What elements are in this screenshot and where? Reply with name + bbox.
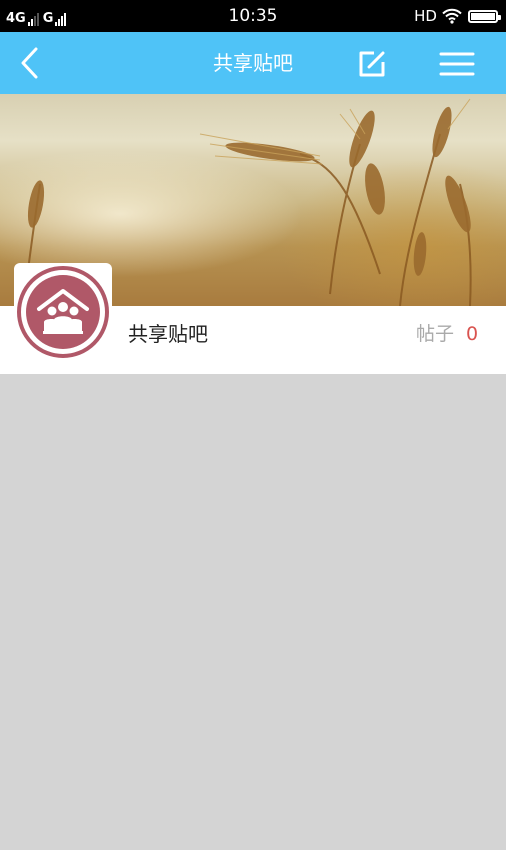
edit-icon <box>359 51 385 77</box>
back-button[interactable] <box>16 46 50 80</box>
hamburger-menu-icon <box>439 52 475 76</box>
battery-icon <box>468 9 501 23</box>
menu-button[interactable] <box>438 48 476 80</box>
post-count-label: 帖子 <box>416 323 455 345</box>
avatar-background <box>26 275 100 349</box>
page-title: 共享贴吧 <box>213 51 293 75</box>
status-bar: 4G G 10:35 HD <box>0 0 506 32</box>
chevron-left-icon <box>21 47 38 79</box>
forum-avatar <box>14 263 112 361</box>
forum-name: 共享贴吧 <box>128 322 208 346</box>
hd-label: HD <box>414 7 437 25</box>
nav-bar: 共享贴吧 <box>0 32 506 94</box>
compose-post-button[interactable] <box>356 48 388 80</box>
status-right: HD <box>414 6 501 26</box>
post-count-value: 0 <box>466 323 479 345</box>
avatar-ring <box>17 266 109 358</box>
wifi-icon <box>442 8 462 24</box>
community-house-icon <box>37 289 89 334</box>
